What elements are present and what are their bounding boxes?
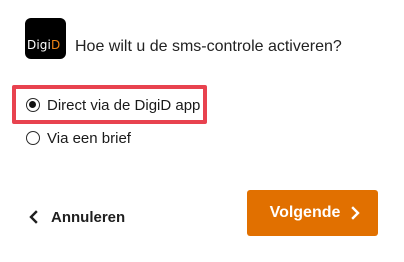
digid-logo: DigiD — [25, 18, 66, 59]
option-brief[interactable]: Via een brief — [26, 128, 131, 148]
radio-brief[interactable] — [26, 131, 40, 145]
option-brief-label: Via een brief — [47, 129, 131, 147]
question-heading: Hoe wilt u de sms-controle activeren? — [75, 38, 342, 55]
chevron-left-icon — [29, 210, 38, 224]
cancel-label: Annuleren — [51, 208, 126, 226]
highlight-box — [12, 85, 207, 124]
cancel-button[interactable]: Annuleren — [28, 206, 125, 228]
logo-text-accent: D — [50, 38, 61, 52]
logo-text-main: Digi — [27, 38, 51, 52]
next-label: Volgende — [269, 204, 341, 221]
next-button[interactable]: Volgende — [247, 190, 378, 236]
digid-logo-text: DigiD — [27, 38, 60, 52]
chevron-right-icon — [351, 206, 361, 220]
